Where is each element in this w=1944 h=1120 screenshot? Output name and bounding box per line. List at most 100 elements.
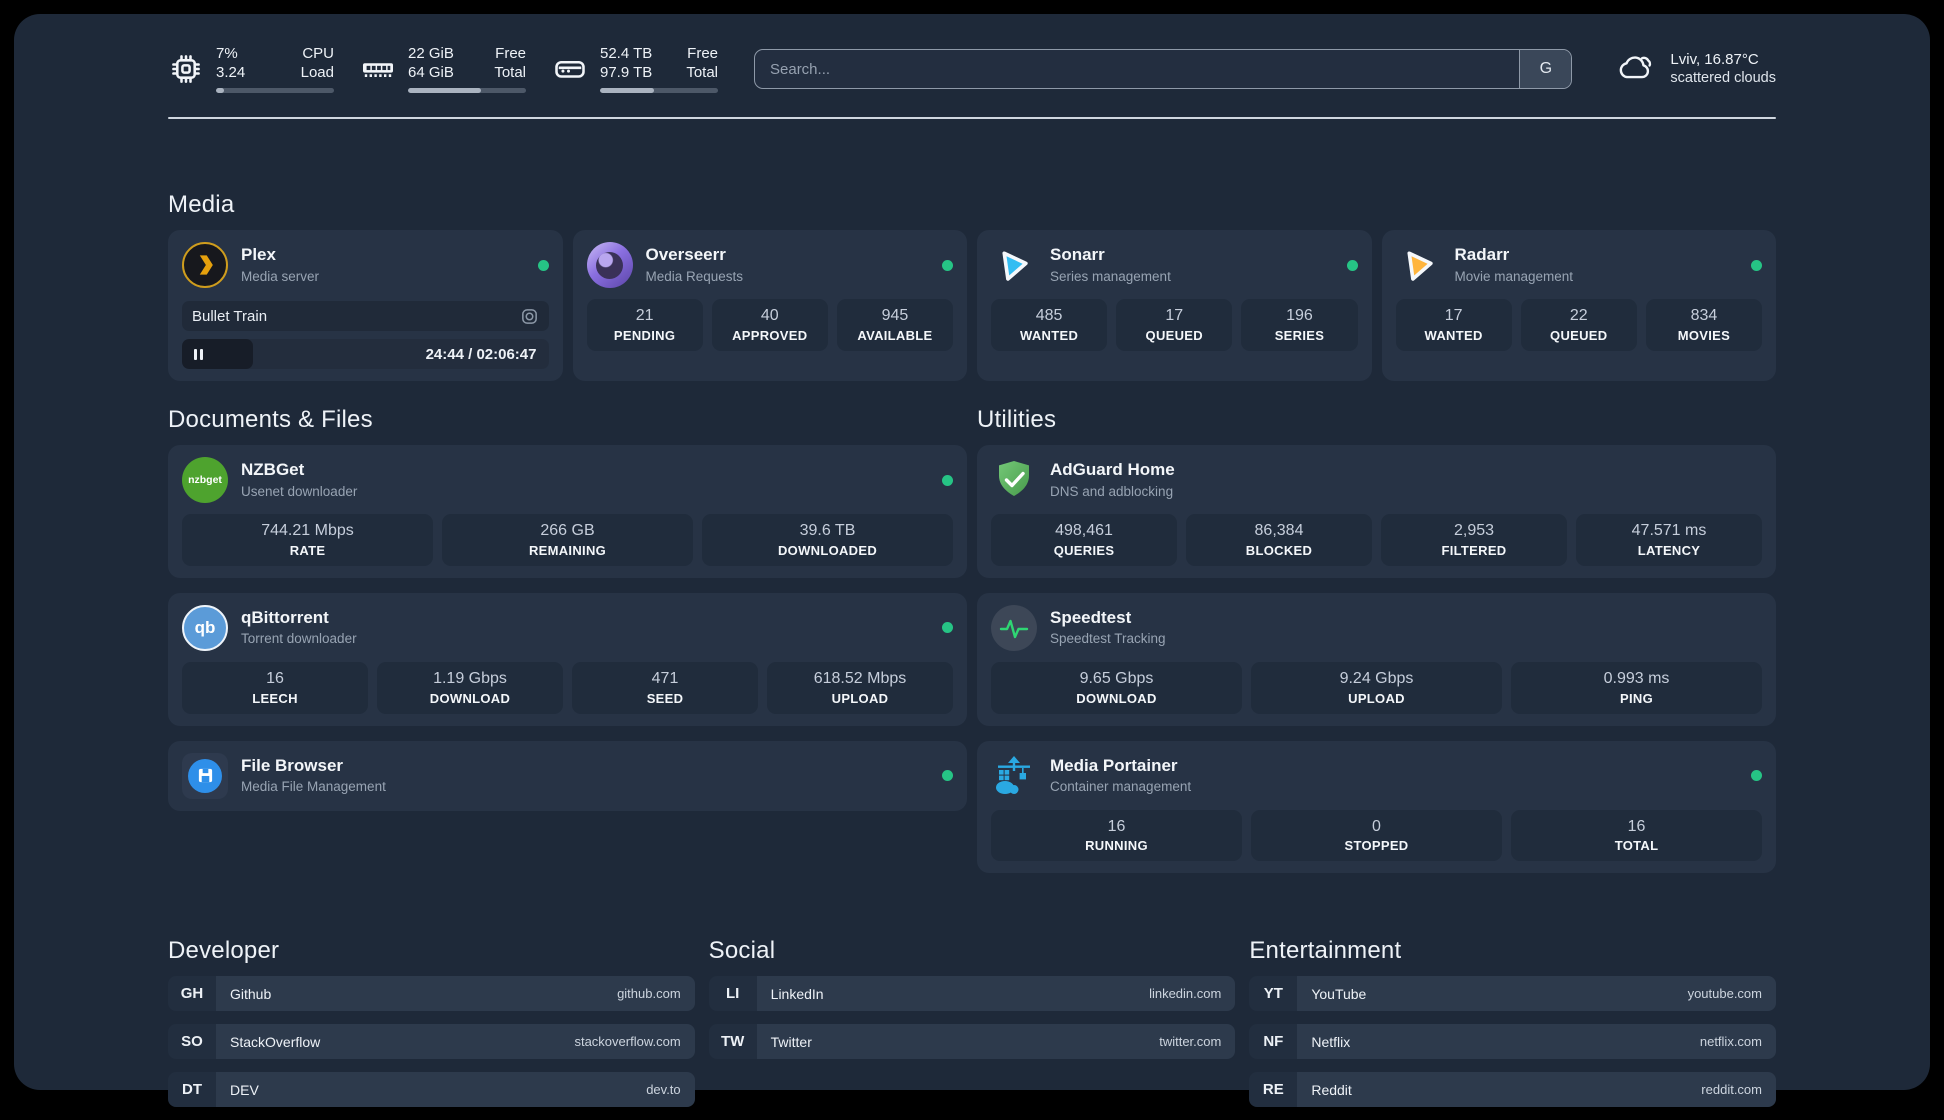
pause-button[interactable]: [194, 348, 203, 360]
link-linkedin[interactable]: LI LinkedIn linkedin.com: [708, 976, 1236, 1012]
stat-value: 945: [881, 307, 909, 324]
metric-label: Total: [494, 64, 526, 81]
link-youtube[interactable]: YT YouTube youtube.com: [1249, 976, 1776, 1012]
stat-tile: 498,461 QUERIES: [991, 514, 1177, 566]
stat-tile: 834 MOVIES: [1645, 299, 1763, 351]
stat-label: APPROVED: [732, 327, 808, 343]
app-subtitle: Media Requests: [645, 268, 744, 284]
developer-links-section: Developer GH Github github.com SO StackO…: [168, 937, 695, 1120]
weather-condition: scattered clouds: [1670, 70, 1776, 87]
stat-value: 17: [1444, 307, 1463, 324]
search-engine-button[interactable]: G: [1519, 50, 1572, 88]
link-abbr: TW: [708, 1024, 757, 1060]
nzbget-card[interactable]: nzbget NZBGet Usenet downloader 744.21 M…: [168, 445, 967, 578]
link-url: github.com: [617, 986, 681, 1002]
stat-value: 1.19 Gbps: [433, 669, 507, 687]
link-name: LinkedIn: [770, 985, 824, 1002]
speedtest-card[interactable]: Speedtest Speedtest Tracking 9.65 Gbps D…: [977, 592, 1776, 726]
stat-label: BLOCKED: [1245, 542, 1313, 558]
stat-value: 16: [266, 669, 284, 687]
cpu-metric: 7% CPU 3.24 Load: [168, 45, 334, 93]
stat-value: 0: [1372, 817, 1381, 835]
sonarr-card[interactable]: Sonarr Series management 485 WANTED 17 Q…: [977, 230, 1372, 381]
portainer-card[interactable]: Media Portainer Container management 16 …: [977, 740, 1776, 874]
app-name: Radarr: [1454, 245, 1510, 265]
stat-label: PENDING: [613, 327, 676, 343]
stat-value: 22: [1569, 307, 1588, 324]
stat-label: QUEUED: [1145, 327, 1203, 343]
metric-value: 97.9 TB: [600, 64, 653, 81]
disk-icon: [552, 51, 588, 87]
plex-icon: [182, 242, 228, 288]
qbittorrent-icon: qb: [182, 604, 228, 651]
stat-tile: 39.6 TB DOWNLOADED: [702, 514, 953, 566]
stat-label: STOPPED: [1344, 838, 1409, 854]
link-dev[interactable]: DT DEV dev.to: [168, 1072, 695, 1108]
now-playing-row: Bullet Train: [182, 301, 549, 331]
overseerr-icon: [586, 242, 633, 288]
qbittorrent-card[interactable]: qb qBittorrent Torrent downloader 16 LEE…: [168, 592, 967, 726]
stat-tile: 1.19 Gbps DOWNLOAD: [377, 661, 563, 714]
stat-value: 266 GB: [540, 522, 595, 539]
status-dot: [1751, 259, 1762, 271]
link-abbr: NF: [1249, 1024, 1298, 1060]
stat-label: LEECH: [252, 690, 298, 706]
app-subtitle: Container management: [1050, 779, 1192, 795]
stat-label: RUNNING: [1085, 838, 1148, 854]
stat-label: DOWNLOAD: [429, 690, 511, 706]
link-url: linkedin.com: [1149, 986, 1222, 1002]
radarr-card[interactable]: Radarr Movie management 17 WANTED 22 QUE…: [1381, 230, 1776, 381]
app-name: Sonarr: [1050, 245, 1105, 265]
link-name: Github: [230, 985, 272, 1002]
link-twitter[interactable]: TW Twitter twitter.com: [708, 1024, 1236, 1060]
stat-value: 744.21 Mbps: [261, 522, 354, 539]
adguard-card[interactable]: AdGuard Home DNS and adblocking 498,461 …: [977, 445, 1776, 578]
app-subtitle: Speedtest Tracking: [1050, 631, 1166, 647]
metric-value: 52.4 TB: [600, 45, 653, 63]
section-title-documents: Documents & Files: [168, 406, 373, 433]
link-abbr: SO: [168, 1024, 216, 1060]
link-stackoverflow[interactable]: SO StackOverflow stackoverflow.com: [168, 1024, 695, 1060]
stat-value: 0.993 ms: [1603, 669, 1670, 687]
stat-tile: 0 STOPPED: [1251, 809, 1502, 862]
plex-card[interactable]: Plex Media server Bullet Train 24:44 / 0…: [168, 230, 563, 381]
link-abbr: YT: [1249, 976, 1298, 1012]
stat-value: 9.65 Gbps: [1079, 669, 1154, 687]
link-netflix[interactable]: NF Netflix netflix.com: [1249, 1024, 1776, 1060]
stat-value: 39.6 TB: [799, 522, 856, 539]
stat-label: UPLOAD: [831, 690, 889, 706]
stat-label: QUEUED: [1550, 327, 1608, 343]
media-section: Media Plex Media server Bullet Train 24:…: [168, 191, 1776, 381]
metric-label: CPU: [302, 45, 334, 63]
stat-tile: 9.65 Gbps DOWNLOAD: [991, 661, 1242, 714]
cpu-icon: [168, 51, 204, 87]
link-reddit[interactable]: RE Reddit reddit.com: [1249, 1072, 1776, 1108]
metric-label: Free: [687, 45, 718, 63]
playback-progress-bar: 24:44 / 02:06:47: [182, 339, 549, 369]
filebrowser-card[interactable]: File Browser Media File Management: [168, 740, 967, 811]
app-subtitle: Media server: [241, 268, 320, 284]
link-abbr: LI: [708, 976, 757, 1012]
stat-tile: 47.571 ms LATENCY: [1576, 514, 1762, 566]
stat-tile: 471 SEED: [572, 661, 758, 714]
link-url: youtube.com: [1687, 986, 1762, 1002]
search-input[interactable]: [755, 50, 1520, 88]
app-subtitle: Series management: [1050, 268, 1171, 284]
overseerr-card[interactable]: Overseerr Media Requests 21 PENDING 40 A…: [572, 230, 967, 381]
link-github[interactable]: GH Github github.com: [168, 976, 695, 1012]
stat-label: DOWNLOADED: [777, 542, 878, 558]
status-dot: [1751, 770, 1762, 782]
documents-section: Documents & Files nzbget NZBGet Usenet d…: [168, 406, 967, 873]
link-name: Reddit: [1311, 1081, 1352, 1098]
sonarr-icon: [991, 242, 1037, 288]
now-playing-title: Bullet Train: [192, 307, 268, 325]
stat-label: MOVIES: [1677, 327, 1731, 343]
weather-location: Lviv, 16.87°C: [1670, 50, 1759, 68]
app-subtitle: Usenet downloader: [241, 483, 358, 499]
utilities-section: Utilities AdGuard Home DNS and adblockin…: [977, 406, 1776, 874]
metric-label: Load: [300, 64, 334, 81]
link-abbr: DT: [168, 1072, 216, 1108]
link-url: reddit.com: [1701, 1082, 1762, 1098]
session-video-icon[interactable]: [520, 307, 539, 326]
radarr-icon: [1396, 242, 1442, 288]
